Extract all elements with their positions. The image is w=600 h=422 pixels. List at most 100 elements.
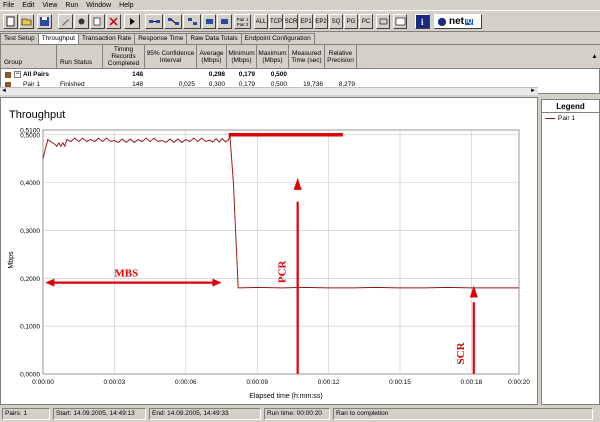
pair-network-button-3[interactable]	[183, 14, 201, 29]
col-confidence[interactable]: 95% Confidence Interval	[145, 45, 197, 69]
pair-network-button-5[interactable]	[217, 14, 232, 29]
col-group[interactable]: Group	[1, 45, 57, 69]
ep2-button[interactable]: EP2	[314, 14, 328, 29]
col-maximum[interactable]: Maximum (Mbps)	[257, 45, 289, 69]
col-timing-records[interactable]: Timing Records Completed	[103, 45, 145, 69]
sq-button[interactable]: SQ	[329, 14, 343, 29]
network-icon	[221, 19, 228, 24]
col-minimum[interactable]: Minimum (Mbps)	[227, 45, 257, 69]
endpoint-button[interactable]	[74, 14, 89, 29]
edit-button[interactable]	[58, 14, 73, 29]
y-tick-label: 0,5100	[20, 128, 40, 135]
options-button[interactable]	[376, 14, 390, 29]
x-tick-label: 0:00:15	[389, 379, 411, 386]
col-run-status[interactable]: Run Status	[57, 45, 103, 69]
legend-title: Legend	[542, 100, 599, 113]
tab-response-time[interactable]: Response Time	[134, 33, 188, 44]
cell-average: 0,298	[208, 71, 225, 78]
x-tick-label: 0:00:09	[246, 379, 268, 386]
copy-icon	[93, 17, 101, 26]
table-horizontal-scrollbar[interactable]: ◄ ►	[0, 87, 538, 95]
x-tick-label: 0:00:03	[104, 379, 126, 386]
x-tick-label: 0:00:06	[175, 379, 197, 386]
options-icon	[379, 18, 387, 25]
status-bar: Pairs: 1 Start: 14.09.2005, 14:49:13 End…	[0, 407, 600, 422]
tab-throughput[interactable]: Throughput	[37, 33, 79, 44]
info-button[interactable]: i	[415, 14, 430, 29]
legend-item-pair-1[interactable]: Pair 1	[542, 113, 599, 124]
tab-endpoint-configuration[interactable]: Endpoint Configuration	[240, 33, 315, 44]
all-button[interactable]: ALL	[254, 14, 268, 29]
iq-badge: IQ	[465, 18, 474, 25]
y-tick-label: 0,4000	[20, 180, 40, 187]
pair-network-button-4[interactable]	[202, 14, 216, 29]
status-start: Start: 14.09.2005, 14:49:13	[53, 408, 146, 420]
legend-panel: Legend Pair 1	[541, 99, 600, 405]
run-button[interactable]	[124, 14, 140, 29]
new-button[interactable]	[3, 14, 18, 29]
tab-transaction-rate[interactable]: Transaction Rate	[77, 33, 136, 44]
y-axis-label: Mbps	[8, 251, 15, 269]
menu-edit[interactable]: Edit	[22, 2, 34, 9]
col-relative-precision[interactable]: Relative Precision	[325, 45, 357, 69]
status-state: Ran to completion	[333, 408, 593, 420]
network-pair-icon	[148, 20, 160, 23]
table-row-all-pairs[interactable]: − All Pairs 148 0,298 0,179 0,500	[1, 70, 589, 80]
network-icon	[205, 19, 213, 24]
endpoint-icon	[78, 18, 85, 25]
legend-label: Pair 1	[558, 115, 575, 122]
menu-help[interactable]: Help	[119, 2, 133, 9]
netiq-logo: net IQ	[434, 14, 482, 29]
folder-icon	[21, 18, 32, 26]
window-button[interactable]	[393, 14, 407, 29]
scroll-right-icon[interactable]: ►	[530, 88, 536, 94]
tab-test-setup[interactable]: Test Setup	[0, 33, 39, 44]
menu-window[interactable]: Window	[86, 2, 111, 9]
pair-network-button-2[interactable]	[164, 14, 182, 29]
y-tick-label: 0,1000	[20, 324, 40, 331]
info-icon: i	[421, 17, 424, 27]
network-pair-icon	[167, 18, 179, 25]
delete-button[interactable]	[106, 14, 121, 29]
annotation-scr: SCR	[455, 341, 467, 364]
scroll-left-icon[interactable]: ◄	[1, 88, 7, 94]
chart-grid	[42, 129, 520, 375]
collapse-toggle-icon[interactable]: −	[14, 71, 21, 78]
tcp-button[interactable]: TCP	[269, 14, 283, 29]
vscroll-up[interactable]: ▲	[589, 45, 600, 69]
col-measured-time[interactable]: Measured Time (sec)	[289, 45, 325, 69]
col-filler	[357, 45, 589, 69]
pair-toggle-button[interactable]: Pair 1 Pair 2	[234, 14, 251, 29]
col-average[interactable]: Average (Mbps)	[197, 45, 227, 69]
menu-view[interactable]: View	[42, 2, 57, 9]
tab-raw-data-totals[interactable]: Raw Data Totals	[186, 33, 242, 44]
chart-panel: Throughput 0,0000 0,1000 0,2000 0,3000 0,400…	[0, 97, 538, 405]
annotation-pcr: PCR	[277, 259, 289, 283]
cell-group: All Pairs	[23, 71, 50, 78]
netiq-logo-text: net	[449, 16, 464, 27]
open-button[interactable]	[19, 14, 34, 29]
y-tick-label: 0,2000	[20, 276, 40, 283]
menu-run[interactable]: Run	[65, 2, 78, 9]
throughput-chart: Throughput 0,0000 0,1000 0,2000 0,3000 0,400…	[8, 109, 530, 400]
x-tick-label: 0:00:20	[508, 379, 530, 386]
delete-icon	[109, 17, 118, 26]
run-icon	[129, 18, 135, 25]
annotation-mbs: MBS	[114, 268, 138, 280]
ep1-button[interactable]: EP1	[299, 14, 313, 29]
toolbar: Pair 1 Pair 2 ALL TCP SCR EP1 EP2 SQ PG …	[0, 10, 600, 32]
menu-file[interactable]: File	[3, 2, 14, 9]
pc-button[interactable]: PC	[359, 14, 373, 29]
window-icon	[395, 17, 405, 26]
x-tick-label: 0:00:18	[461, 379, 483, 386]
copy-button[interactable]	[90, 14, 105, 29]
pairs-group-icon	[5, 72, 11, 78]
pair-network-button-1[interactable]	[145, 14, 163, 29]
svg-text:i: i	[421, 17, 424, 27]
pg-button[interactable]: PG	[344, 14, 358, 29]
cell-minimum: 0,179	[238, 71, 255, 78]
new-file-icon	[6, 16, 15, 27]
pencil-icon	[62, 19, 69, 26]
scr-button[interactable]: SCR	[284, 14, 298, 29]
save-button[interactable]	[37, 14, 52, 29]
